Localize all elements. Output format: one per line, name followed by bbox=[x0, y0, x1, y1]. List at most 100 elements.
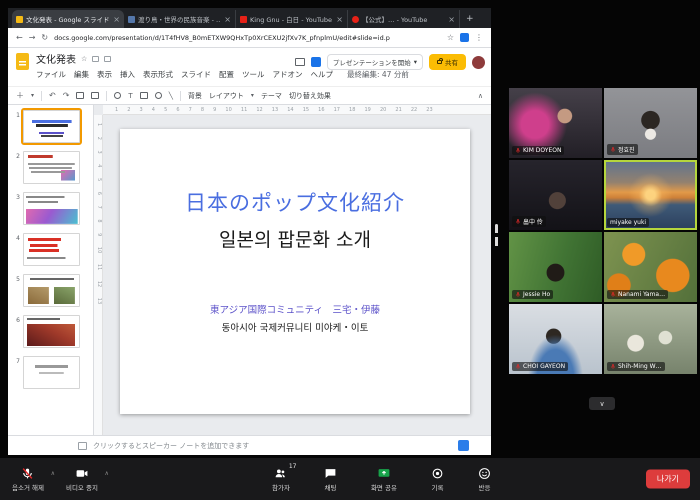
slide-thumbnail-row[interactable]: 1 bbox=[10, 110, 93, 143]
thumbnail-number: 5 bbox=[10, 274, 20, 283]
participant-tile[interactable]: CHOI GAYEON bbox=[509, 304, 602, 374]
menu-help[interactable]: ヘルプ bbox=[311, 69, 334, 80]
slide-thumbnail-row[interactable]: 5 bbox=[10, 274, 93, 307]
slide-thumbnail-row[interactable]: 3 bbox=[10, 192, 93, 225]
slide-thumbnail-row[interactable]: 6 bbox=[10, 315, 93, 348]
browser-menu-icon[interactable]: ⋮ bbox=[475, 33, 483, 42]
browser-tab-4[interactable]: 【公式】… - YouTube × bbox=[348, 10, 460, 28]
share-screen-button[interactable]: 화면 공유 bbox=[367, 465, 405, 494]
layout-button[interactable]: レイアウト bbox=[209, 91, 244, 101]
reload-icon[interactable]: ↻ bbox=[41, 33, 48, 42]
slide-thumbnail-1[interactable] bbox=[23, 110, 80, 143]
undo-icon[interactable]: ↶ bbox=[49, 91, 56, 100]
slide-thumbnail-row[interactable]: 2 bbox=[10, 151, 93, 184]
star-icon[interactable]: ☆ bbox=[81, 55, 87, 63]
paint-format-icon[interactable] bbox=[91, 92, 99, 99]
tab-close-icon[interactable]: × bbox=[224, 15, 231, 24]
leave-meeting-button[interactable]: 나가기 bbox=[646, 470, 690, 489]
slide-thumbnail-5[interactable] bbox=[23, 274, 80, 307]
slide-title-korean[interactable]: 일본의 팝문화 소개 bbox=[120, 225, 470, 252]
unmute-button[interactable]: 음소거 해제 ∧ bbox=[8, 465, 52, 494]
slide-thumbnail-2[interactable] bbox=[23, 151, 80, 184]
participants-count-badge: 17 bbox=[289, 463, 297, 470]
forward-icon[interactable]: → bbox=[29, 33, 36, 42]
print-icon[interactable] bbox=[76, 92, 84, 99]
new-slide-icon[interactable]: ＋ bbox=[16, 90, 24, 101]
menu-addons[interactable]: アドオン bbox=[273, 69, 303, 80]
slide-thumbnail-4[interactable] bbox=[23, 233, 80, 266]
slide-title-japanese[interactable]: 日本のポップ文化紹介 bbox=[120, 187, 470, 217]
slides-logo-icon[interactable] bbox=[16, 53, 29, 70]
move-folder-icon[interactable] bbox=[92, 56, 99, 62]
menu-slide[interactable]: スライド bbox=[181, 69, 211, 80]
new-tab-button[interactable]: + bbox=[466, 14, 474, 24]
account-avatar[interactable] bbox=[472, 56, 485, 69]
tab-close-icon[interactable]: × bbox=[113, 15, 120, 24]
tab-title: 文化発表 - Google スライド bbox=[26, 14, 110, 24]
browser-tab-youtube[interactable]: King Gnu - 白日 - YouTube × bbox=[236, 10, 348, 28]
slide-subtitle-japanese[interactable]: 東アジア国際コミュニティ 三宅・伊藤 bbox=[120, 302, 470, 316]
menu-file[interactable]: ファイル bbox=[36, 69, 66, 80]
zoom-icon[interactable] bbox=[114, 92, 121, 99]
cast-icon[interactable] bbox=[295, 58, 305, 66]
stop-video-button[interactable]: 비디오 중지 ∧ bbox=[62, 465, 106, 494]
insert-shape-icon[interactable] bbox=[155, 92, 162, 99]
menu-view[interactable]: 表示 bbox=[97, 69, 112, 80]
chat-button[interactable]: 채팅 bbox=[320, 465, 345, 494]
slide-subtitle-korean[interactable]: 동아시아 국제커뮤니티 미야케・이토 bbox=[120, 320, 470, 334]
menu-format[interactable]: 表示形式 bbox=[143, 69, 173, 80]
slide-thumbnail-7[interactable] bbox=[23, 356, 80, 389]
panel-resize-handle[interactable] bbox=[495, 224, 498, 250]
menu-insert[interactable]: 挿入 bbox=[120, 69, 135, 80]
last-edit-link[interactable]: 最終編集: 47 分前 bbox=[347, 69, 409, 80]
participant-tile[interactable]: 畠中 伶 bbox=[509, 160, 602, 230]
document-title[interactable]: 文化発表 bbox=[36, 51, 76, 66]
explore-icon[interactable] bbox=[458, 440, 469, 451]
text-box-icon[interactable]: T bbox=[128, 92, 132, 100]
thumbnail-number: 7 bbox=[10, 356, 20, 365]
participant-tile[interactable]: Nanami Yama… bbox=[604, 232, 697, 302]
insert-image-icon[interactable] bbox=[140, 92, 148, 99]
participants-button[interactable]: 17 참가자 bbox=[268, 464, 298, 494]
browser-tab-slides[interactable]: 文化発表 - Google スライド × bbox=[12, 10, 124, 28]
tab-close-icon[interactable]: × bbox=[448, 15, 455, 24]
slide-thumbnail-3[interactable] bbox=[23, 192, 80, 225]
browser-tab-2[interactable]: 渡り鳥・世界の民族音楽 - … × bbox=[124, 10, 236, 28]
menu-edit[interactable]: 編集 bbox=[74, 69, 89, 80]
collapse-toolbar-icon[interactable]: ∧ bbox=[478, 92, 483, 100]
audio-options-caret-icon[interactable]: ∧ bbox=[51, 470, 55, 477]
tab-close-icon[interactable]: × bbox=[336, 15, 343, 24]
slide-thumbnail-row[interactable]: 4 bbox=[10, 233, 93, 266]
new-slide-caret-icon[interactable]: ▾ bbox=[31, 92, 34, 99]
back-icon[interactable]: ← bbox=[16, 33, 23, 42]
cloud-status-icon bbox=[104, 56, 111, 62]
share-button[interactable]: 共有 bbox=[429, 54, 466, 70]
redo-icon[interactable]: ↷ bbox=[63, 91, 70, 100]
slide-canvas[interactable]: 日本のポップ文化紹介 일본의 팝문화 소개 東アジア国際コミュニティ 三宅・伊藤… bbox=[120, 129, 470, 414]
meet-icon[interactable] bbox=[311, 57, 321, 67]
extension-icon[interactable] bbox=[460, 33, 469, 42]
menu-tools[interactable]: ツール bbox=[242, 69, 265, 80]
participant-tile[interactable]: Jessie Ho bbox=[509, 232, 602, 302]
speaker-notes[interactable]: クリックするとスピーカー ノートを追加できます bbox=[8, 435, 491, 455]
present-button[interactable]: プレゼンテーションを開始 ▾ bbox=[327, 54, 423, 70]
slide-thumbnail-6[interactable] bbox=[23, 315, 80, 348]
theme-button[interactable]: テーマ bbox=[261, 91, 282, 101]
bookmark-star-icon[interactable]: ☆ bbox=[447, 33, 454, 42]
more-participants-button[interactable]: ∨ bbox=[589, 397, 615, 410]
video-options-caret-icon[interactable]: ∧ bbox=[105, 470, 109, 477]
reactions-button[interactable]: 반응 bbox=[474, 465, 499, 494]
slide-thumbnail-row[interactable]: 7 bbox=[10, 356, 93, 389]
background-button[interactable]: 背景 bbox=[188, 91, 202, 101]
transition-button[interactable]: 切り替え効果 bbox=[289, 91, 331, 101]
participant-tile[interactable]: 정효진 bbox=[604, 88, 697, 158]
lock-icon bbox=[437, 60, 442, 64]
menu-arrange[interactable]: 配置 bbox=[219, 69, 234, 80]
participant-tile-active-speaker[interactable]: miyake yuki bbox=[604, 160, 697, 230]
insert-line-icon[interactable]: ╲ bbox=[169, 92, 173, 100]
address-bar[interactable]: docs.google.com/presentation/d/1T4fHV8_B… bbox=[54, 34, 441, 42]
participant-tile[interactable]: Shih-Ming W… bbox=[604, 304, 697, 374]
record-button[interactable]: 기록 bbox=[427, 465, 452, 494]
participant-tile[interactable]: KIM DOYEON bbox=[509, 88, 602, 158]
participant-name-badge: Nanami Yama… bbox=[607, 290, 668, 299]
